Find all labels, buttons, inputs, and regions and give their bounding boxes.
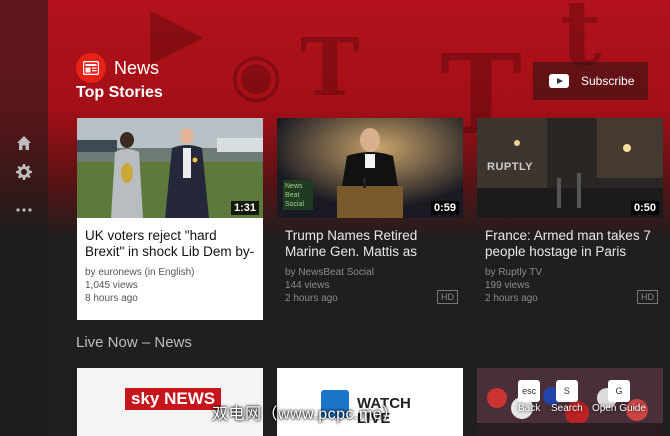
video-age: 2 hours ago: [285, 293, 338, 304]
youtube-logo-icon: [549, 74, 569, 88]
video-age: 2 hours ago: [485, 293, 538, 304]
gear-icon[interactable]: [14, 162, 34, 182]
video-card[interactable]: 1:31 UK voters reject "hard Brexit" in s…: [77, 118, 263, 320]
home-icon[interactable]: [14, 133, 34, 153]
thumbnail-overlay-logo: News Beat Social: [283, 180, 313, 210]
section-title-top-stories: Top Stories: [76, 84, 163, 101]
video-views: 199 views: [485, 280, 530, 291]
video-meta: by NewsBeat Social 144 views 2 hours ago: [285, 266, 455, 305]
more-icon[interactable]: [14, 200, 34, 220]
video-thumbnail: RUPTLY 0:50: [477, 118, 663, 218]
video-card[interactable]: RUPTLY 0:50 France: Armed man takes 7 pe…: [477, 118, 663, 320]
channel-name: News: [114, 58, 160, 78]
s-key-icon: S: [555, 380, 578, 402]
live-logo-text: sky NEWS: [125, 388, 222, 410]
video-channel: by NewsBeat Social: [285, 267, 374, 278]
video-card[interactable]: News Beat Social 0:59 Trump Names Retire…: [277, 118, 463, 320]
hint-guide: G Open Guide: [592, 380, 646, 414]
video-views: 144 views: [285, 280, 330, 291]
video-meta: by euronews (in English) 1,045 views 8 h…: [85, 266, 255, 305]
video-title: Trump Names Retired Marine Gen. Mattis a…: [285, 228, 418, 259]
left-rail: [0, 0, 48, 436]
banner-decoration: ◉: [230, 40, 283, 110]
hd-badge: HD: [437, 290, 458, 304]
section-title-live-now: Live Now – News: [76, 334, 192, 351]
banner-decoration: T: [300, 20, 360, 114]
thumbnail-overlay-logo: RUPTLY: [487, 161, 533, 173]
video-duration: 1:31: [230, 201, 259, 215]
newspaper-icon: [83, 61, 99, 75]
news-channel-logo: [76, 53, 106, 83]
youtube-tv-app: ▶ T T t ◉ News Top Stories Subscribe 1:3…: [0, 0, 670, 436]
video-age: 8 hours ago: [85, 293, 138, 304]
hint-label: Back: [518, 403, 541, 414]
video-thumbnail: News Beat Social 0:59: [277, 118, 463, 218]
subscribe-button[interactable]: Subscribe: [533, 62, 648, 100]
video-info: Trump Names Retired Marine Gen. Mattis a…: [277, 218, 463, 320]
video-duration: 0:50: [630, 201, 659, 215]
video-thumbnail: 1:31: [77, 118, 263, 218]
subscribe-label: Subscribe: [581, 74, 635, 88]
video-meta: by Ruptly TV 199 views 2 hours ago: [485, 266, 655, 305]
hint-back: esc Back: [518, 380, 540, 414]
hint-label: Open Guide: [592, 403, 646, 414]
video-views: 1,045 views: [85, 280, 138, 291]
esc-key-icon: esc: [518, 380, 541, 402]
site-watermark: 双电网（www.pcpc.me）: [212, 406, 399, 423]
video-info: UK voters reject "hard Brexit" in shock …: [77, 218, 263, 320]
video-title: UK voters reject "hard Brexit" in shock …: [85, 228, 255, 262]
video-info: France: Armed man takes 7 people hostage…: [477, 218, 663, 320]
video-title: France: Armed man takes 7 people hostage…: [485, 228, 651, 259]
g-key-icon: G: [607, 380, 630, 402]
sky-news-logo: sky NEWS: [125, 388, 222, 410]
hd-badge: HD: [637, 290, 658, 304]
video-duration: 0:59: [430, 201, 459, 215]
video-channel: by euronews (in English): [85, 267, 195, 278]
video-channel: by Ruptly TV: [485, 267, 543, 278]
hint-search: S Search: [551, 380, 583, 414]
hint-label: Search: [551, 403, 583, 414]
